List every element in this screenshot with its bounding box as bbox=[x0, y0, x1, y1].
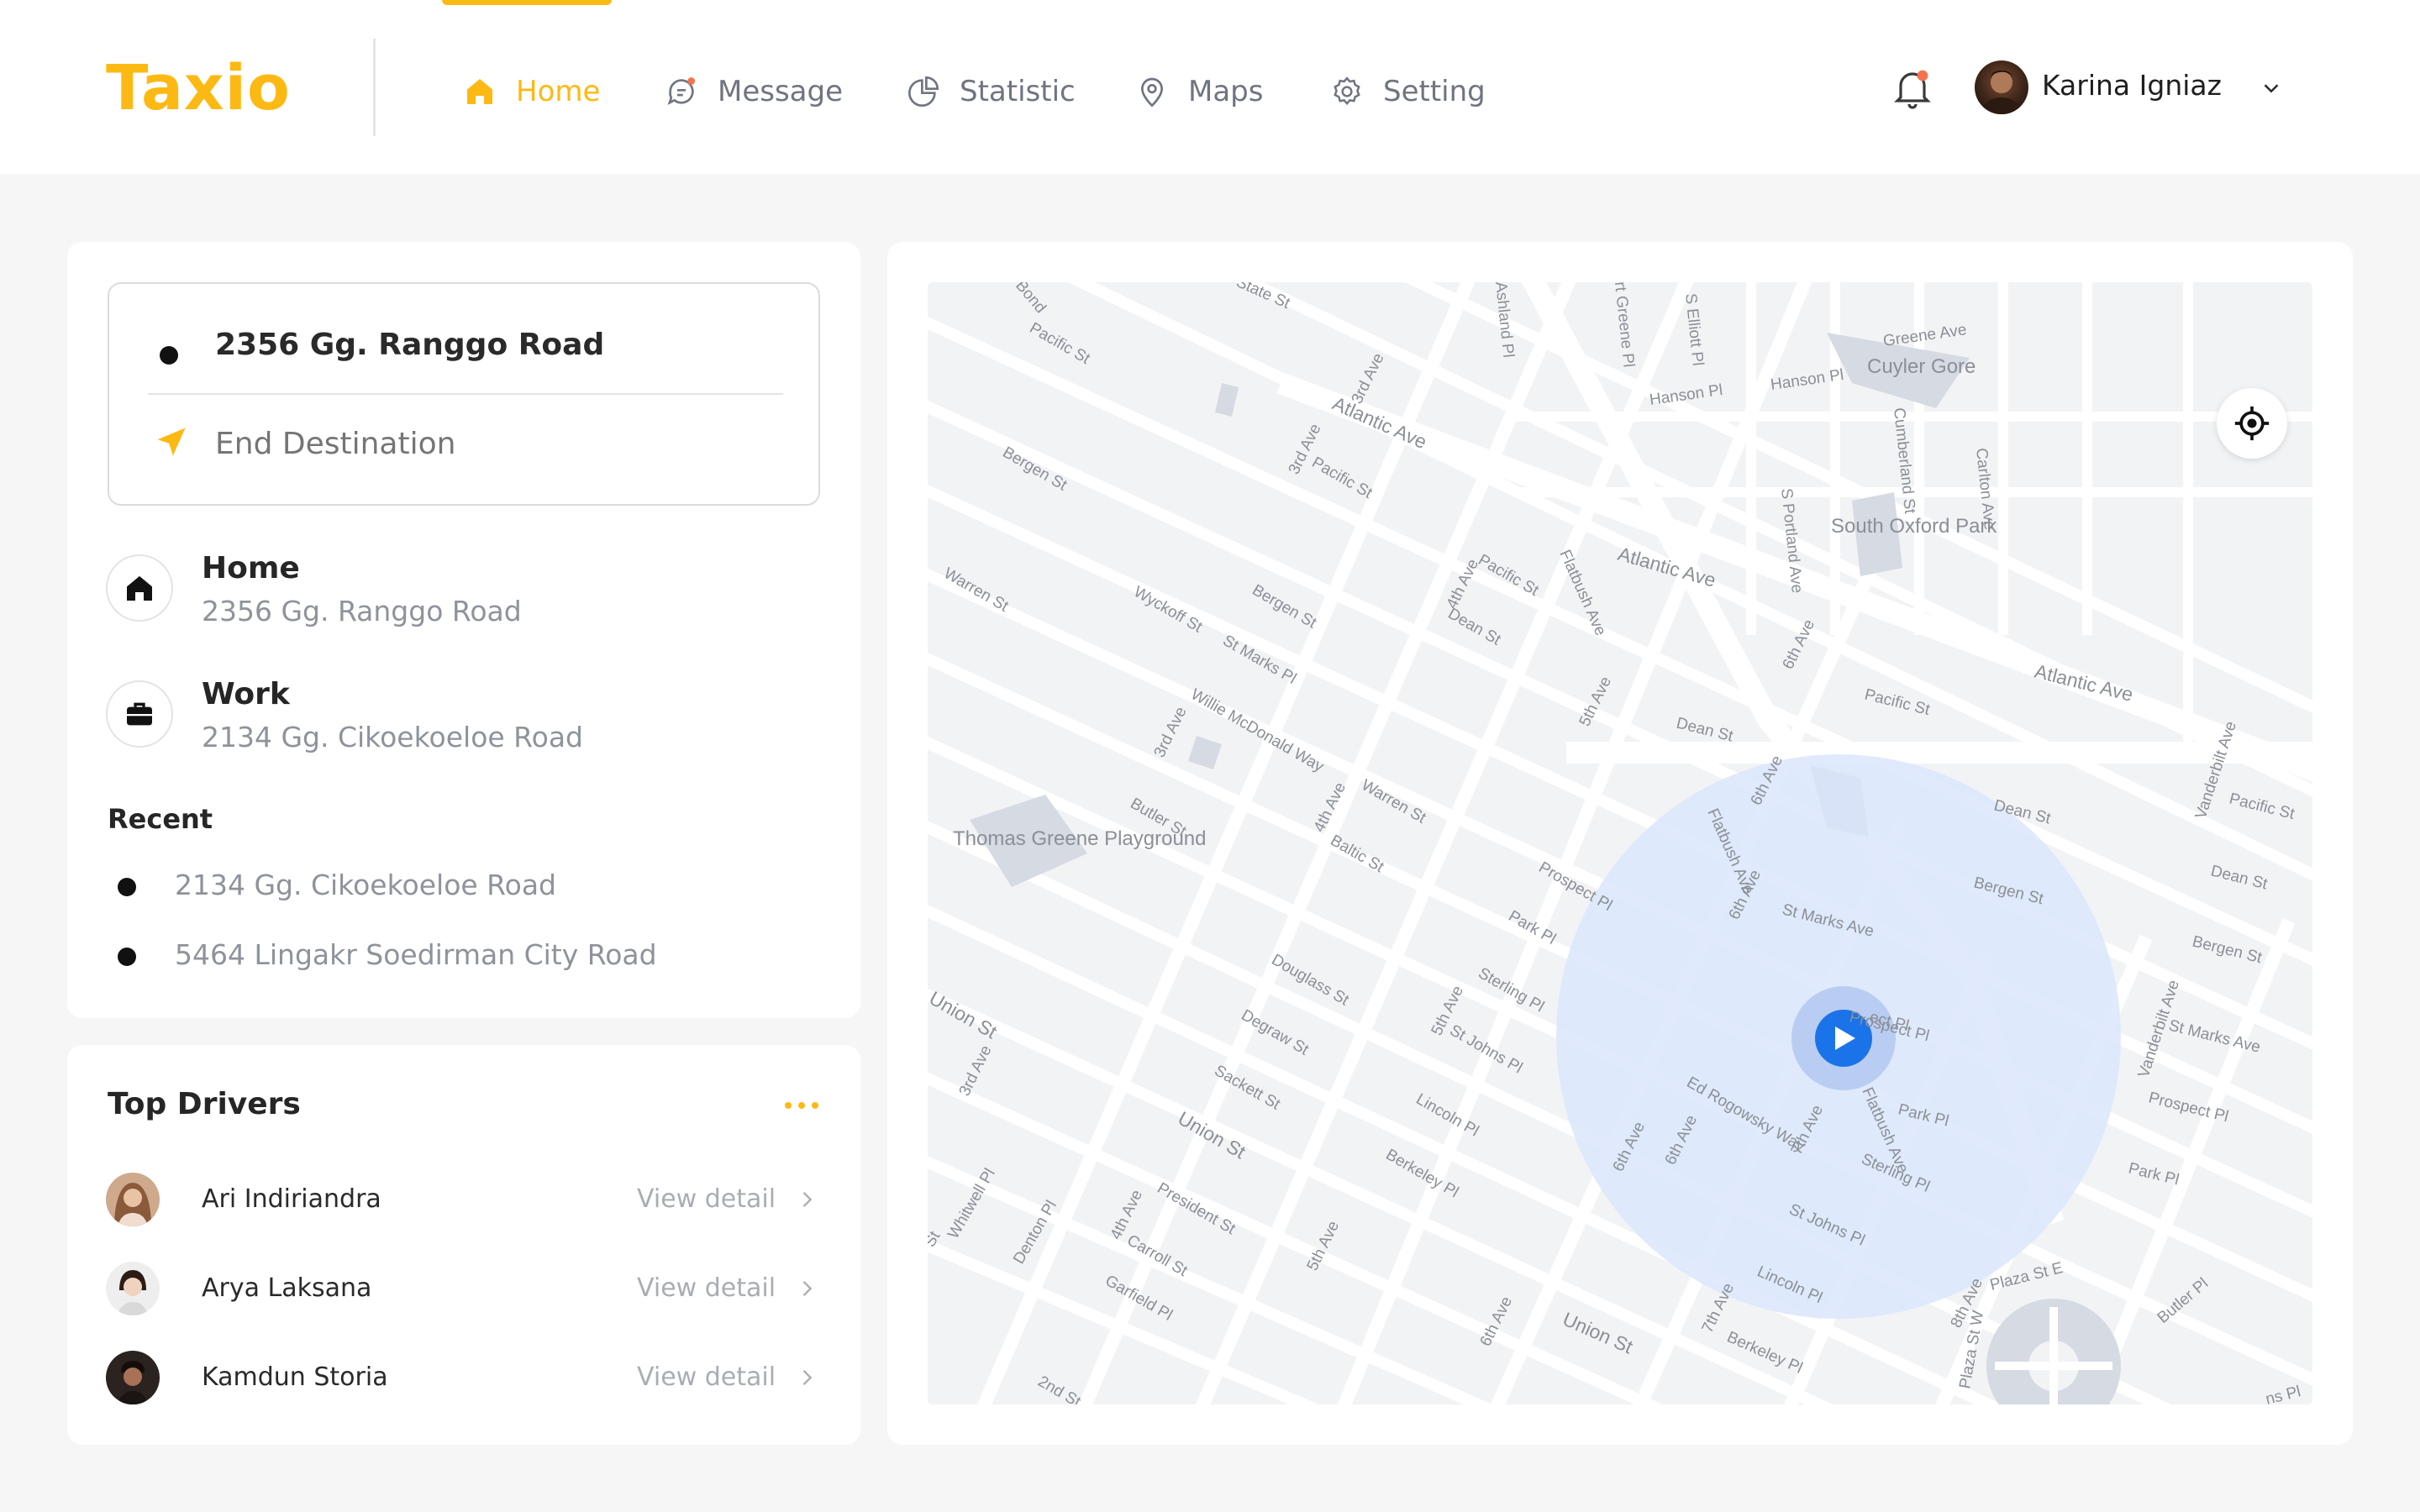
nav-maps[interactable]: Maps bbox=[1134, 71, 1263, 113]
end-destination-input[interactable] bbox=[215, 427, 753, 461]
nav-setting[interactable]: Setting bbox=[1329, 71, 1486, 113]
recent-dot bbox=[118, 948, 136, 966]
app-logo[interactable]: Taxio bbox=[106, 52, 291, 124]
recent-dot bbox=[118, 878, 136, 896]
recent-item[interactable]: 5464 Lingakr Soedirman City Road bbox=[175, 938, 657, 971]
gear-icon bbox=[1329, 74, 1365, 109]
route-divider bbox=[148, 393, 783, 395]
home-icon bbox=[127, 575, 152, 601]
more-options-icon[interactable] bbox=[783, 1097, 820, 1114]
view-detail-link[interactable]: View detail bbox=[637, 1362, 776, 1392]
notification-bell-icon[interactable] bbox=[1892, 67, 1933, 111]
view-detail-link[interactable]: View detail bbox=[637, 1273, 776, 1303]
map-card: Cuyler Gore South Oxford Park Thomas Gre… bbox=[887, 242, 2353, 1445]
recent-heading: Recent bbox=[108, 803, 213, 835]
driver-avatar bbox=[106, 1262, 160, 1315]
chevron-right-icon[interactable] bbox=[795, 1366, 818, 1389]
driver-avatar bbox=[106, 1173, 160, 1226]
message-icon bbox=[664, 74, 699, 109]
route-input-box: 2356 Gg. Ranggo Road bbox=[108, 282, 820, 506]
map-label: South Oxford Park bbox=[1831, 515, 1997, 538]
nav-label: Maps bbox=[1188, 75, 1264, 108]
top-header: Taxio Home Message Statistic Maps Settin… bbox=[0, 0, 2420, 174]
home-icon bbox=[462, 74, 497, 109]
saved-place-address: 2356 Gg. Ranggo Road bbox=[202, 595, 522, 627]
active-nav-indicator bbox=[442, 0, 612, 5]
header-divider bbox=[373, 39, 376, 136]
chevron-right-icon[interactable] bbox=[795, 1188, 818, 1211]
route-card: 2356 Gg. Ranggo Road Home 2356 Gg. Rangg… bbox=[67, 242, 860, 1018]
saved-place-title[interactable]: Work bbox=[202, 677, 290, 711]
driver-name: Kamdun Storia bbox=[202, 1362, 388, 1392]
user-name[interactable]: Karina Igniaz bbox=[2042, 69, 2222, 102]
driver-avatar bbox=[106, 1351, 160, 1404]
map-pin-icon bbox=[1134, 74, 1170, 109]
top-drivers-title: Top Drivers bbox=[108, 1087, 301, 1121]
saved-place-address: 2134 Gg. Cikoekoeloe Road bbox=[202, 721, 583, 753]
nav-statistic[interactable]: Statistic bbox=[906, 71, 1076, 113]
start-point-dot bbox=[160, 346, 178, 365]
driver-name: Arya Laksana bbox=[202, 1273, 372, 1303]
locate-me-button[interactable] bbox=[2217, 388, 2287, 459]
navigation-arrow-icon bbox=[153, 423, 190, 460]
chevron-right-icon[interactable] bbox=[795, 1277, 818, 1300]
home-place-icon[interactable] bbox=[106, 554, 173, 622]
nav-label: Statistic bbox=[960, 75, 1076, 108]
saved-place-title[interactable]: Home bbox=[202, 551, 300, 585]
user-avatar[interactable] bbox=[1975, 60, 2028, 114]
briefcase-icon bbox=[127, 702, 152, 726]
nav-label: Message bbox=[718, 75, 844, 108]
crosshair-icon bbox=[2234, 406, 2270, 441]
nav-label: Setting bbox=[1383, 75, 1486, 108]
nav-message[interactable]: Message bbox=[664, 71, 843, 113]
recent-item[interactable]: 2134 Gg. Cikoekoeloe Road bbox=[175, 869, 556, 901]
map-view[interactable]: Cuyler Gore South Oxford Park Thomas Gre… bbox=[928, 282, 2312, 1404]
driver-name: Ari Indiriandra bbox=[202, 1184, 381, 1214]
top-drivers-card: Top Drivers Ari Indiriandra View detail … bbox=[67, 1045, 860, 1445]
view-detail-link[interactable]: View detail bbox=[637, 1184, 776, 1214]
chevron-down-icon[interactable] bbox=[2259, 76, 2284, 101]
statistic-icon bbox=[906, 74, 941, 109]
map-label: Cuyler Gore bbox=[1867, 355, 1975, 378]
nav-home[interactable]: Home bbox=[462, 71, 600, 113]
work-place-icon[interactable] bbox=[106, 680, 173, 748]
nav-label: Home bbox=[516, 75, 601, 108]
start-location-field[interactable]: 2356 Gg. Ranggo Road bbox=[215, 328, 604, 362]
